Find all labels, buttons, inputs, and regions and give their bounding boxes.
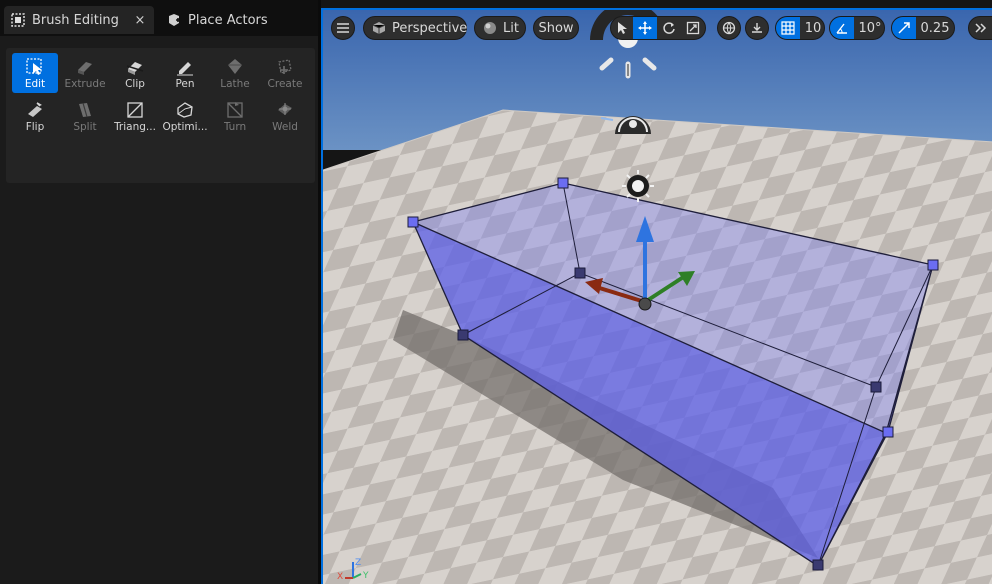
tab-label: Place Actors: [188, 12, 268, 28]
axis-x-label: X: [337, 572, 343, 580]
show-label: Show: [538, 20, 574, 36]
axis-z-label: Z: [355, 558, 361, 568]
tool-label: Split: [73, 121, 97, 133]
tool-label: Clip: [125, 78, 145, 90]
scale-box-icon: [686, 21, 700, 35]
rotate-icon: [662, 21, 676, 35]
tool-turn[interactable]: Turn: [212, 96, 258, 136]
scale-snap-toggle[interactable]: [892, 17, 916, 39]
surface-snapping-button[interactable]: [745, 16, 769, 40]
scale-mode-button[interactable]: [681, 17, 705, 39]
surface-snap-icon: [750, 21, 764, 35]
transform-tools-group: [610, 16, 706, 40]
grid-snap-group: 10: [775, 16, 825, 40]
brush-editing-panel: Brush Editing × Place Actors Edit Extrud…: [0, 0, 318, 584]
view-mode-button[interactable]: Lit: [474, 16, 526, 40]
grid-snap-label: 10: [804, 20, 822, 36]
clip-icon: [125, 57, 145, 77]
world-globe-icon: [722, 21, 736, 35]
tool-optimize[interactable]: Optimi...: [162, 96, 208, 136]
tool-label: Extrude: [64, 78, 106, 90]
grid-snap-toggle[interactable]: [776, 17, 800, 39]
extrude-icon: [75, 57, 95, 77]
pen-icon: [175, 57, 195, 77]
lit-label: Lit: [503, 20, 519, 36]
rotation-snap-label: 10°: [858, 20, 882, 36]
tab-brush-editing[interactable]: Brush Editing ×: [4, 6, 154, 34]
tool-edit[interactable]: Edit: [12, 53, 58, 93]
flip-icon: [25, 100, 45, 120]
tool-weld[interactable]: Weld: [262, 96, 308, 136]
scale-arrow-icon: [897, 21, 911, 35]
lathe-icon: [225, 57, 245, 77]
scale-snap-label: 0.25: [920, 20, 950, 36]
editor-window: Brush Editing × Place Actors Edit Extrud…: [0, 0, 992, 584]
scale-snap-group: 0.25: [891, 16, 955, 40]
tool-lathe[interactable]: Lathe: [212, 53, 258, 93]
coordinate-system-button[interactable]: [717, 16, 741, 40]
tool-label: Edit: [24, 78, 46, 90]
cube-icon: [372, 20, 386, 36]
tab-place-actors[interactable]: Place Actors: [160, 6, 310, 34]
brush-toolbox: Edit Extrude Clip Pen Lathe Create Flip …: [6, 48, 315, 183]
tool-clip[interactable]: Clip: [112, 53, 158, 93]
edit-select-icon: [25, 57, 45, 77]
grid-snap-value[interactable]: 10: [800, 17, 824, 39]
rotation-snap-group: 10°: [829, 16, 885, 40]
axis-y-label: Y: [362, 571, 369, 580]
viewport-more-button[interactable]: [968, 16, 992, 40]
grid-icon: [781, 21, 795, 35]
brush-mode-icon: [10, 12, 26, 28]
tool-label: Pen: [175, 78, 195, 90]
tool-label: Weld: [272, 121, 298, 133]
move-arrows-icon: [638, 21, 652, 35]
optimize-icon: [175, 100, 195, 120]
tool-create[interactable]: Create: [262, 53, 308, 93]
angle-icon: [835, 21, 849, 35]
tool-label: Optimi...: [162, 121, 208, 133]
tool-extrude[interactable]: Extrude: [62, 53, 108, 93]
tool-label: Create: [267, 78, 303, 90]
tool-triangulate[interactable]: Triang...: [112, 96, 158, 136]
turn-icon: [225, 100, 245, 120]
tool-label: Lathe: [220, 78, 250, 90]
scale-snap-value[interactable]: 0.25: [916, 17, 954, 39]
translate-mode-button[interactable]: [633, 17, 657, 39]
viewport-scene[interactable]: [323, 10, 992, 584]
tab-label: Brush Editing: [32, 12, 119, 28]
split-icon: [75, 100, 95, 120]
rotate-mode-button[interactable]: [657, 17, 681, 39]
weld-icon: [275, 100, 295, 120]
rotation-snap-value[interactable]: 10°: [854, 17, 884, 39]
rotation-snap-toggle[interactable]: [830, 17, 854, 39]
perspective-label: Perspective: [392, 20, 468, 36]
panel-body: Edit Extrude Clip Pen Lathe Create Flip …: [0, 36, 318, 584]
level-viewport[interactable]: Perspective Lit Show 10 10° 0.25 Z X Y: [321, 8, 992, 584]
place-actors-icon: [166, 12, 182, 28]
viewport-options-button[interactable]: [331, 16, 355, 40]
tool-split[interactable]: Split: [62, 96, 108, 136]
show-flags-button[interactable]: Show: [533, 16, 579, 40]
tab-bar: Brush Editing × Place Actors: [0, 0, 318, 36]
tool-label: Triang...: [114, 121, 156, 133]
tool-label: Turn: [223, 121, 247, 133]
perspective-button[interactable]: Perspective: [363, 16, 467, 40]
axis-indicator: Z X Y: [337, 558, 369, 580]
lit-sphere-icon: [483, 20, 497, 36]
cursor-arrow-icon: [616, 21, 628, 35]
double-chevron-right-icon: [975, 23, 987, 33]
tool-flip[interactable]: Flip: [12, 96, 58, 136]
select-mode-button[interactable]: [611, 17, 633, 39]
tool-pen[interactable]: Pen: [162, 53, 208, 93]
triangulate-icon: [125, 100, 145, 120]
tool-label: Flip: [25, 121, 45, 133]
hamburger-menu-icon: [337, 23, 349, 33]
create-icon: [275, 57, 295, 77]
close-icon[interactable]: ×: [132, 13, 148, 28]
